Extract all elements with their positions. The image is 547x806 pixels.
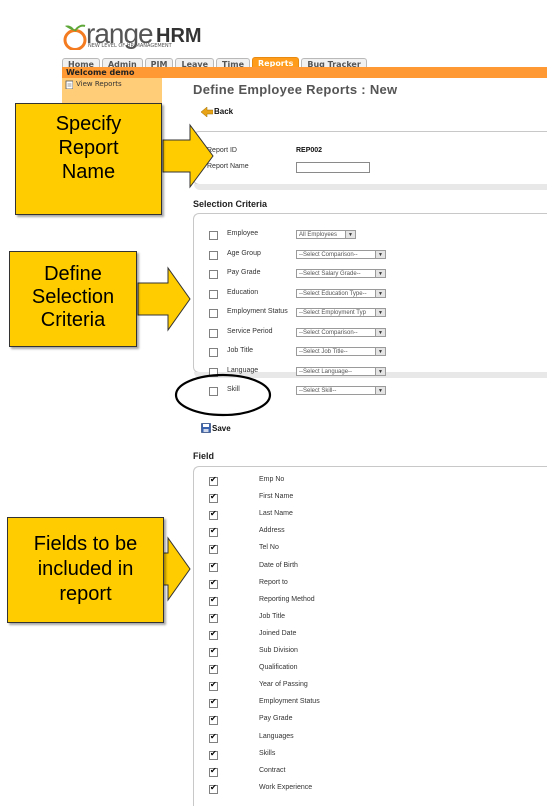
- callout-line: Specify: [55, 113, 122, 135]
- callout-specify-report-name: Specify Report Name: [15, 103, 162, 215]
- callout-define-selection-criteria: Define Selection Criteria: [9, 251, 137, 347]
- callout-fields-to-include: Fields to be included in report: [7, 517, 164, 623]
- callout-arrow-define: [137, 266, 191, 332]
- callout-arrow-specify: [162, 123, 214, 189]
- callout-line: report: [59, 583, 112, 605]
- callout-line: Define: [44, 263, 102, 285]
- callout-line: Name: [61, 161, 116, 183]
- callout-arrow-fields: [162, 536, 191, 602]
- callout-line: Fields to be: [33, 533, 138, 555]
- callout-line: included in: [37, 558, 134, 580]
- callout-line: Criteria: [40, 309, 106, 331]
- callout-line: Report: [58, 137, 119, 159]
- callout-line: Selection: [31, 286, 115, 308]
